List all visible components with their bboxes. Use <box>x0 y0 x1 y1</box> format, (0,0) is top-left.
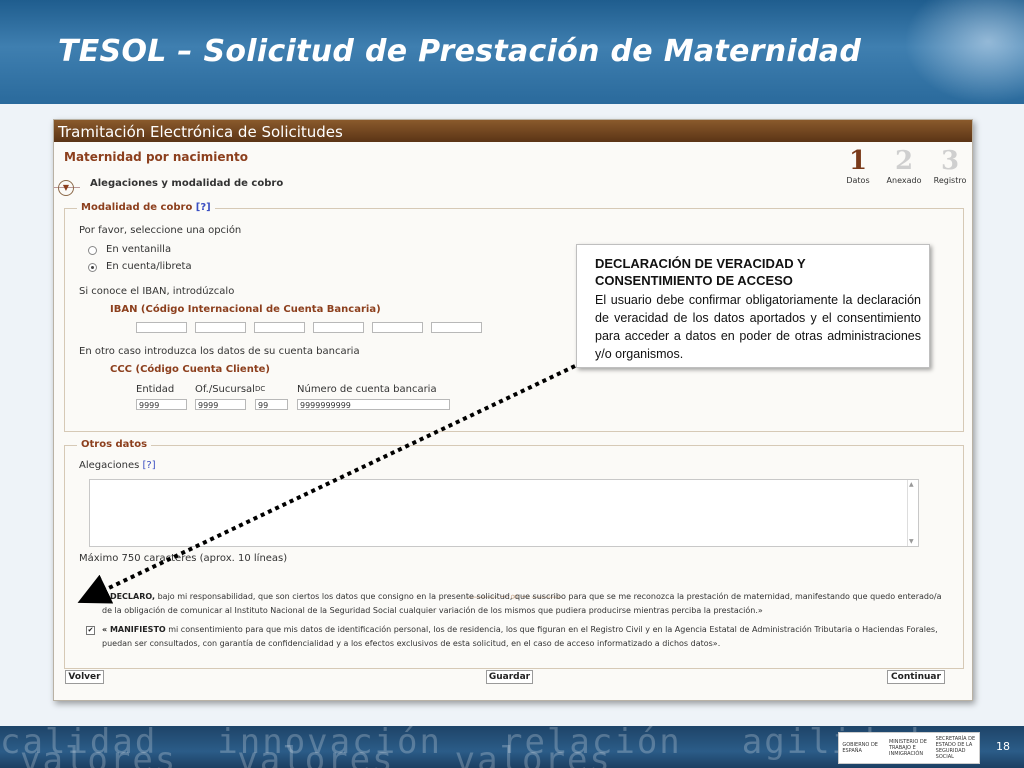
slide-footer: calidad innovación relación agilidad valore… <box>0 726 1024 768</box>
footer-word: valores <box>20 740 178 768</box>
footer-watermark-2: valores valores valores <box>20 740 672 768</box>
callout-arrow <box>77 364 576 604</box>
page-number: 18 <box>996 740 1010 753</box>
logo-secretaria: SECRETARÍA DE ESTADO DE LA SEGURIDAD SOC… <box>935 736 976 760</box>
logo-gobierno: GOBIERNO DE ESPAÑA <box>842 742 878 754</box>
footer-word: valores <box>454 740 612 768</box>
government-logos: GOBIERNO DE ESPAÑA MINISTERIO DE TRABAJO… <box>838 732 980 764</box>
footer-word: valores <box>237 740 395 768</box>
logo-ministerio: MINISTERIO DE TRABAJO E INMIGRACIÓN <box>888 739 927 757</box>
